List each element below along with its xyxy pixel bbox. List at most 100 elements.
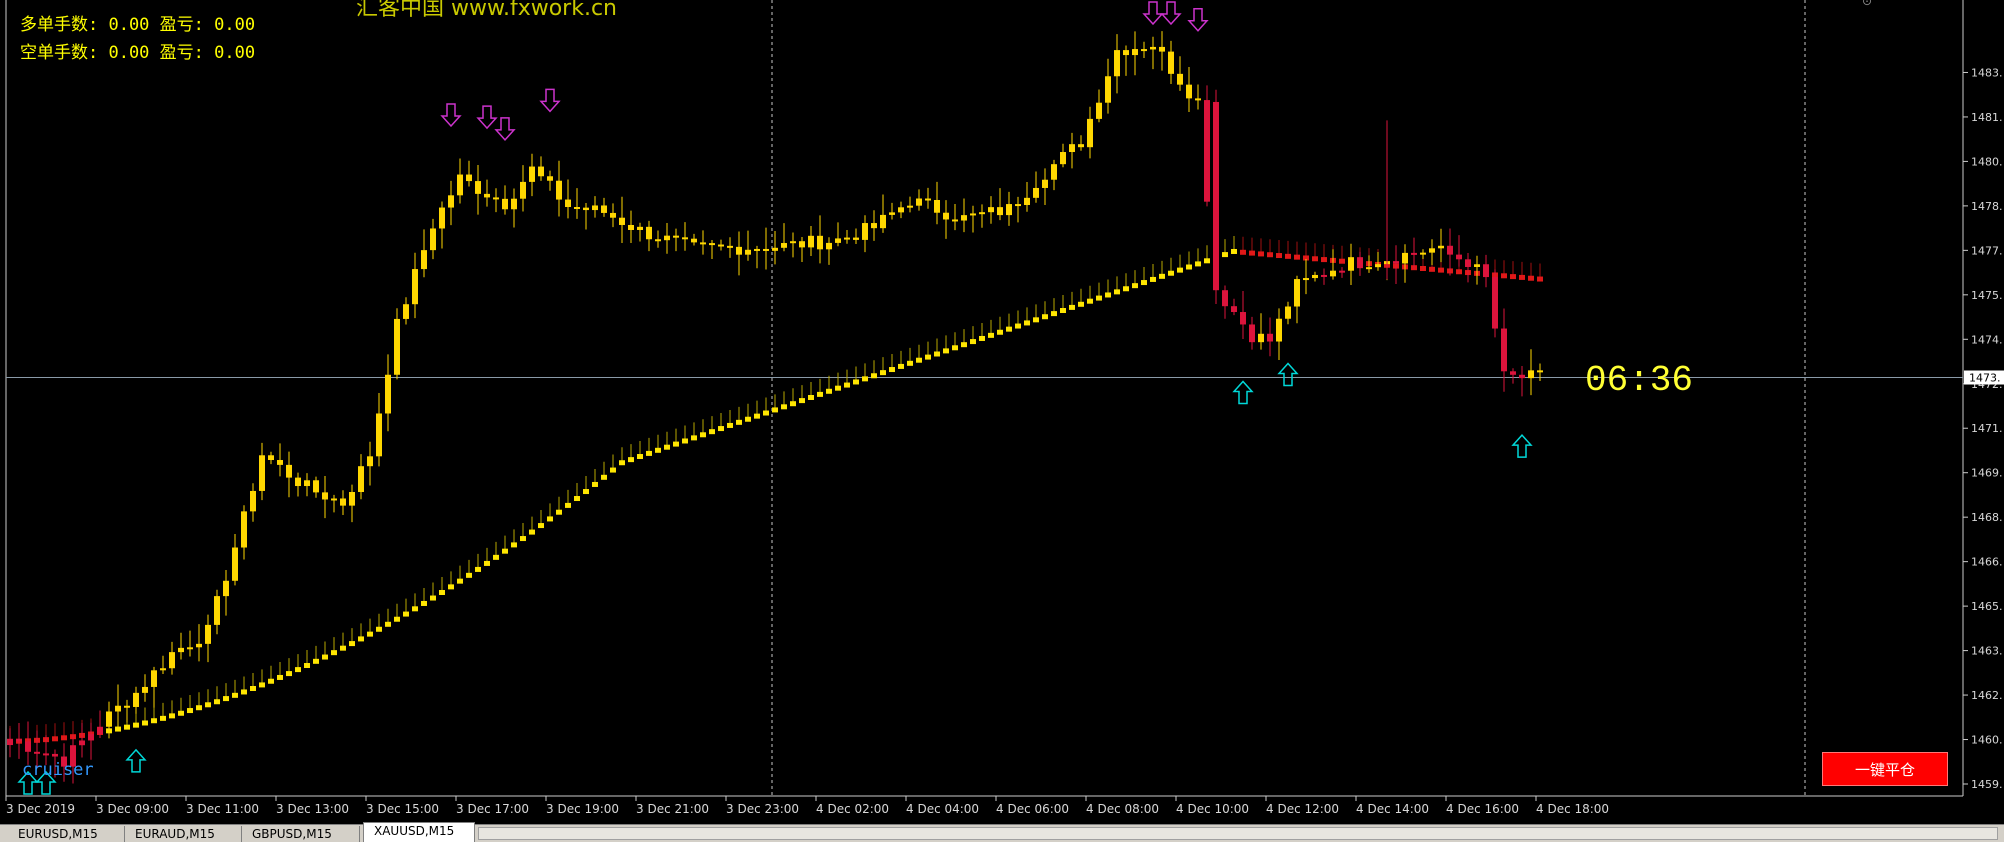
tab-xauusd[interactable]: XAUUSD,M15 [363, 822, 475, 842]
ma-point [340, 645, 346, 651]
ma-point [385, 621, 391, 627]
ma-point [601, 474, 607, 480]
candle-body [1177, 73, 1183, 85]
candle-body [421, 250, 427, 270]
candle-body [133, 692, 139, 707]
long-position-info: 多单手数: 0.00 盈亏: 0.00 [20, 15, 256, 35]
time-tick-label: 4 Dec 04:00 [906, 802, 979, 816]
candle-body [1123, 50, 1129, 56]
ma-point [844, 382, 850, 388]
candle-body [1240, 312, 1246, 325]
ma-point [970, 339, 976, 345]
candle-body [34, 751, 40, 754]
time-tick-label: 4 Dec 16:00 [1446, 802, 1519, 816]
candle-body [1420, 252, 1426, 255]
ma-point [367, 631, 373, 637]
candle-body [1096, 102, 1102, 119]
ma-point [142, 720, 148, 726]
price-tick-label: 1462. [1971, 689, 2003, 702]
ma-point [583, 489, 589, 495]
tabs-scrollbar[interactable] [478, 827, 1998, 840]
candle-body [1276, 318, 1282, 342]
candle-body [1195, 98, 1201, 101]
ma-point [538, 523, 544, 529]
buy-signal-arrow [1232, 380, 1254, 405]
price-chart[interactable]: 1459. 1460. 1462. 1463. 1465. 1466. 1468. 1469.… [0, 0, 2004, 841]
ma-point [763, 410, 769, 416]
sell-signal-arrow [1160, 1, 1182, 26]
candle-body [1375, 264, 1381, 268]
candle-body [1537, 370, 1543, 373]
candle-body [637, 226, 643, 230]
candle-body [781, 243, 787, 248]
candle-body [1510, 371, 1516, 375]
ma-point [718, 426, 724, 432]
sell-signal-arrow [1142, 1, 1164, 26]
price-tick-label: 1466. [1971, 556, 2003, 569]
ma-point [556, 509, 562, 515]
ma-point [1024, 320, 1030, 326]
time-tick-label: 3 Dec 11:00 [186, 802, 259, 816]
ma-point [1168, 270, 1174, 276]
candle-body [502, 198, 508, 210]
candle-body [727, 245, 733, 248]
candle-body [367, 456, 373, 467]
close-all-button[interactable]: 一键平仓 [1822, 752, 1948, 786]
candle-body [97, 726, 103, 735]
candle-body [493, 197, 499, 200]
tab-euraud[interactable]: EURAUD,M15 [125, 826, 242, 842]
ma-point [574, 496, 580, 502]
ma-point [187, 708, 193, 714]
ma-point [664, 444, 670, 450]
candle-body [1033, 187, 1039, 198]
candle-body [664, 235, 670, 241]
ma-point [421, 600, 427, 606]
ma-point [745, 416, 751, 422]
buy-signal-arrow [125, 748, 147, 773]
ma-point [727, 422, 733, 428]
ma-point [1096, 295, 1102, 301]
candle-body [1357, 257, 1363, 269]
ma-point [646, 450, 652, 456]
ma-point [1285, 253, 1291, 259]
ma-point [961, 342, 967, 348]
ma-point [493, 554, 499, 560]
ma-point [889, 367, 895, 373]
candle-body [358, 466, 364, 493]
price-tick-label: 1465. [1971, 600, 2003, 613]
candle-body [1402, 252, 1408, 264]
ma-point [1114, 289, 1120, 295]
candle-body [1150, 46, 1156, 50]
candle-body [817, 235, 823, 250]
candle-body [961, 215, 967, 221]
candle-body [691, 238, 697, 243]
ma-point [1240, 249, 1246, 255]
price-tick-label: 1459. [1971, 778, 2003, 791]
ma-point [592, 481, 598, 487]
candle-body [1024, 197, 1030, 206]
tab-gbpusd[interactable]: GBPUSD,M15 [242, 826, 360, 842]
candle-body [241, 511, 247, 548]
candle-body [106, 711, 112, 727]
ma-point [907, 360, 913, 366]
tab-eurusd[interactable]: EURUSD,M15 [8, 826, 125, 842]
chart-window[interactable]: 1459. 1460. 1462. 1463. 1465. 1466. 1468. 1469.… [0, 0, 2004, 842]
candle-body [196, 643, 202, 648]
candle-body [349, 492, 355, 506]
candle-body [808, 235, 814, 248]
candle-body [826, 242, 832, 250]
time-tick-label: 3 Dec 13:00 [276, 802, 349, 816]
ma-point [61, 735, 67, 741]
candle-body [628, 224, 634, 230]
ma-point [1258, 251, 1264, 257]
candle-body [1528, 370, 1534, 379]
ma-point [214, 699, 220, 705]
ma-point [988, 332, 994, 338]
candle-body [1348, 257, 1354, 271]
candle-body [790, 241, 796, 244]
candle-body [574, 207, 580, 210]
candle-body [979, 212, 985, 215]
candle-body [1411, 252, 1417, 255]
candle-body [844, 237, 850, 240]
candle-body [1429, 248, 1435, 253]
